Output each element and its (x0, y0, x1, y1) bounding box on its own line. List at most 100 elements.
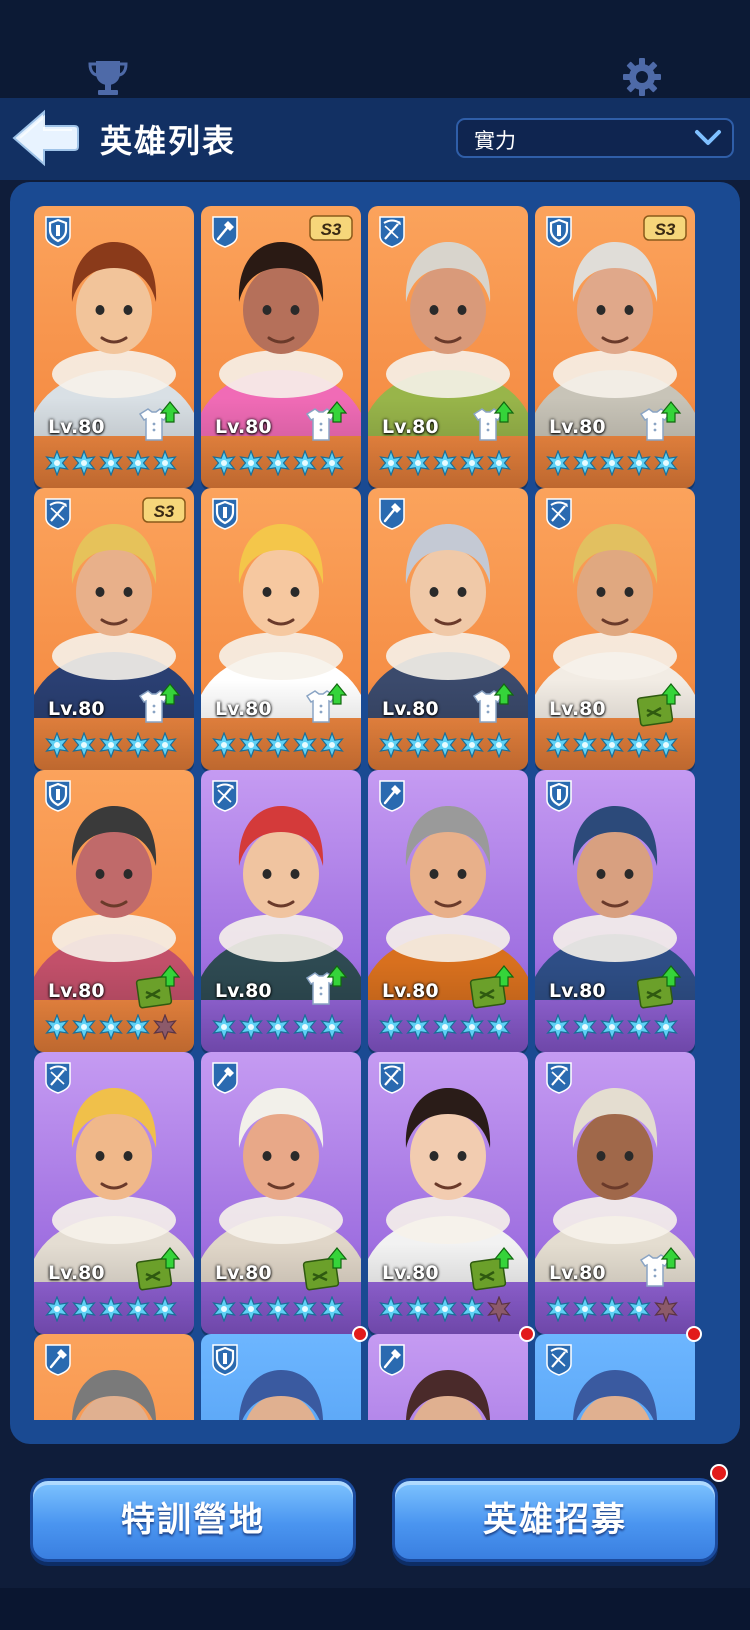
hero-card[interactable]: Lv.80 (535, 770, 695, 1052)
star-rating (379, 1296, 511, 1322)
hero-recruit-button[interactable]: 英雄招募 (392, 1478, 718, 1562)
hero-level: Lv.80 (48, 1262, 105, 1284)
shirt-upgrade-icon[interactable] (299, 964, 349, 1012)
shovel-icon (212, 1062, 238, 1094)
season-badge: S3 (643, 215, 687, 241)
shirt-upgrade-icon[interactable] (633, 1246, 683, 1294)
skill-book-upgrade-icon[interactable] (132, 964, 182, 1012)
shovel-icon (379, 780, 405, 812)
shovel-icon (212, 216, 238, 248)
skill-book-upgrade-icon[interactable] (299, 1246, 349, 1294)
star-rating (546, 1014, 678, 1040)
star-rating (379, 732, 511, 758)
skill-book-upgrade-icon[interactable] (633, 964, 683, 1012)
star-rating (212, 450, 344, 476)
shield-icon (546, 216, 572, 248)
hero-card[interactable] (201, 1334, 361, 1420)
shirt-upgrade-icon[interactable] (633, 400, 683, 448)
svg-text:S3: S3 (154, 502, 175, 521)
hero-grid: Lv.80 S3 Lv.80 Lv.80 S3 Lv.80 S3 Lv.80 Lv.80 Lv.8… (10, 182, 740, 1420)
skill-book-upgrade-icon[interactable] (633, 682, 683, 730)
shield-icon (45, 780, 71, 812)
training-camp-button[interactable]: 特訓營地 (30, 1478, 356, 1562)
skill-book-upgrade-icon[interactable] (466, 1246, 516, 1294)
hero-card[interactable]: Lv.80 (535, 1052, 695, 1334)
star-rating (379, 450, 511, 476)
star-rating (45, 732, 177, 758)
crossbow-icon (212, 780, 238, 812)
star-rating (212, 1014, 344, 1040)
star-rating (379, 1014, 511, 1040)
star-rating (45, 1296, 177, 1322)
training-camp-label: 特訓營地 (121, 1500, 265, 1540)
hero-card[interactable]: Lv.80 (368, 770, 528, 1052)
shirt-upgrade-icon[interactable] (466, 682, 516, 730)
star-rating (45, 1014, 177, 1040)
crossbow-icon (546, 498, 572, 530)
hero-level: Lv.80 (382, 1262, 439, 1284)
bottom-strip (0, 1588, 750, 1630)
hero-level: Lv.80 (382, 980, 439, 1002)
hero-level: Lv.80 (382, 698, 439, 720)
notification-dot (519, 1326, 535, 1342)
hero-level: Lv.80 (215, 698, 272, 720)
crossbow-icon (546, 1344, 572, 1376)
notification-dot (686, 1326, 702, 1342)
chevron-down-icon (695, 130, 721, 145)
season-badge: S3 (309, 215, 353, 241)
skill-book-upgrade-icon[interactable] (466, 964, 516, 1012)
notification-dot (710, 1464, 728, 1482)
hero-card[interactable]: Lv.80 (368, 488, 528, 770)
star-rating (546, 1296, 678, 1322)
hero-level: Lv.80 (48, 980, 105, 1002)
sort-dropdown[interactable]: 實力 (456, 118, 734, 158)
shirt-upgrade-icon[interactable] (132, 682, 182, 730)
hero-level: Lv.80 (382, 416, 439, 438)
hero-card[interactable] (368, 1334, 528, 1420)
hero-level: Lv.80 (549, 416, 606, 438)
crossbow-icon (45, 498, 71, 530)
season-badge: S3 (142, 497, 186, 523)
shovel-icon (379, 498, 405, 530)
hero-level: Lv.80 (215, 1262, 272, 1284)
hero-card[interactable]: S3 Lv.80 (34, 488, 194, 770)
crossbow-icon (546, 1062, 572, 1094)
hero-card[interactable]: S3 Lv.80 (535, 206, 695, 488)
page-title: 英雄列表 (100, 122, 237, 160)
star-rating (546, 732, 678, 758)
hero-level: Lv.80 (549, 698, 606, 720)
gear-icon[interactable] (620, 55, 664, 99)
hero-level: Lv.80 (549, 1262, 606, 1284)
star-rating (212, 732, 344, 758)
skill-book-upgrade-icon[interactable] (132, 1246, 182, 1294)
hero-card[interactable]: S3 Lv.80 (201, 206, 361, 488)
hero-level: Lv.80 (215, 980, 272, 1002)
shirt-upgrade-icon[interactable] (132, 400, 182, 448)
shovel-icon (379, 1344, 405, 1376)
hero-level: Lv.80 (48, 698, 105, 720)
hero-card[interactable]: Lv.80 (34, 770, 194, 1052)
hero-card[interactable]: Lv.80 (368, 206, 528, 488)
hero-card[interactable] (535, 1334, 695, 1420)
hero-card[interactable]: Lv.80 (34, 1052, 194, 1334)
shield-icon (212, 1344, 238, 1376)
back-button[interactable] (10, 108, 80, 168)
shirt-upgrade-icon[interactable] (466, 400, 516, 448)
shirt-upgrade-icon[interactable] (299, 682, 349, 730)
hero-list-panel: Lv.80 S3 Lv.80 Lv.80 S3 Lv.80 S3 Lv.80 Lv.80 Lv.8… (10, 182, 740, 1444)
hero-card[interactable] (34, 1334, 194, 1420)
trophy-icon[interactable] (86, 55, 130, 99)
hero-card[interactable]: Lv.80 (368, 1052, 528, 1334)
hero-level: Lv.80 (549, 980, 606, 1002)
hero-card[interactable]: Lv.80 (201, 770, 361, 1052)
hero-level: Lv.80 (48, 416, 105, 438)
hero-card[interactable]: Lv.80 (535, 488, 695, 770)
shovel-icon (45, 1344, 71, 1376)
star-rating (212, 1296, 344, 1322)
hero-card[interactable]: Lv.80 (201, 488, 361, 770)
shield-icon (45, 216, 71, 248)
shirt-upgrade-icon[interactable] (299, 400, 349, 448)
back-arrow-icon (12, 109, 79, 167)
hero-card[interactable]: Lv.80 (34, 206, 194, 488)
hero-card[interactable]: Lv.80 (201, 1052, 361, 1334)
